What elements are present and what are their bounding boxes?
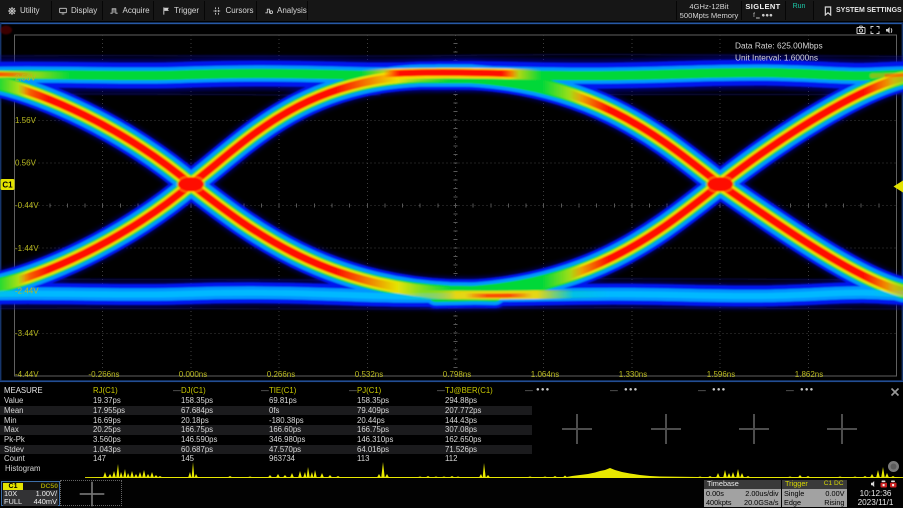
svg-text:0.798ns: 0.798ns xyxy=(443,370,471,379)
svg-text:1.862ns: 1.862ns xyxy=(795,370,823,379)
svg-text:1.56V: 1.56V xyxy=(15,116,37,125)
svg-text:-3.44V: -3.44V xyxy=(15,329,39,338)
svg-text:-1.44V: -1.44V xyxy=(15,244,39,253)
svg-text:1.596ns: 1.596ns xyxy=(707,370,735,379)
svg-text:1.064ns: 1.064ns xyxy=(531,370,559,379)
svg-text:Data Rate: 625.00Mbps: Data Rate: 625.00Mbps xyxy=(735,41,823,51)
svg-text:Unit Interval: 1.6000ns: Unit Interval: 1.6000ns xyxy=(735,53,818,63)
svg-text:-2.44V: -2.44V xyxy=(15,287,39,296)
svg-text:-0.266ns: -0.266ns xyxy=(88,370,119,379)
svg-text:0.266ns: 0.266ns xyxy=(267,370,295,379)
svg-text:0.000ns: 0.000ns xyxy=(179,370,207,379)
svg-text:0.532ns: 0.532ns xyxy=(355,370,383,379)
svg-text:-4.44V: -4.44V xyxy=(15,370,39,379)
svg-text:C1: C1 xyxy=(2,181,13,190)
svg-text:-0.44V: -0.44V xyxy=(15,201,39,210)
svg-text:1.330ns: 1.330ns xyxy=(619,370,647,379)
svg-text:0.56V: 0.56V xyxy=(15,159,37,168)
svg-text:2.56V: 2.56V xyxy=(15,73,37,82)
